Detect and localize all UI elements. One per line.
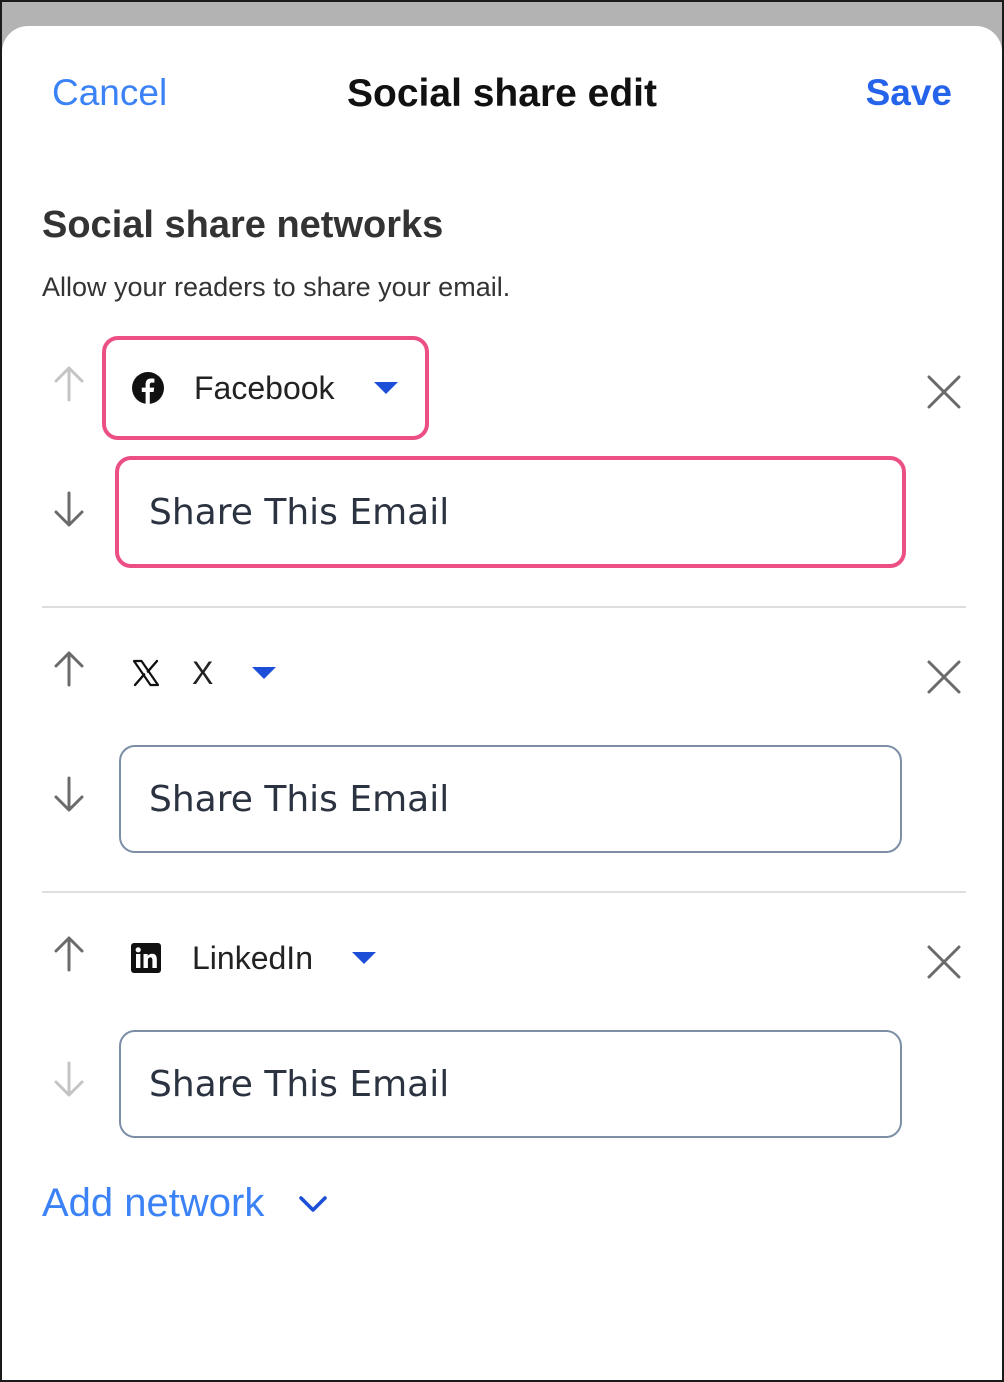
- linkedin-icon: [128, 940, 164, 976]
- network-name: Facebook: [194, 369, 335, 406]
- network-row-linkedin: LinkedIn: [2, 906, 1002, 1191]
- remove-network-close-icon[interactable]: [926, 659, 962, 695]
- network-row-facebook: Facebook: [2, 336, 1002, 621]
- add-network-label: Add network: [42, 1181, 265, 1225]
- x-icon: [128, 655, 164, 691]
- edit-sheet: Cancel Social share edit Save Social sha…: [2, 26, 1002, 1380]
- move-up-arrow-icon[interactable]: [48, 647, 90, 689]
- network-selector-linkedin[interactable]: LinkedIn: [102, 906, 405, 1010]
- save-button[interactable]: Save: [866, 72, 952, 114]
- network-selector-x[interactable]: X: [102, 621, 305, 725]
- page-title: Social share edit: [347, 72, 657, 115]
- move-down-arrow-icon[interactable]: [48, 774, 90, 816]
- section-title: Social share networks: [42, 204, 444, 246]
- chevron-down-icon: [298, 1194, 328, 1214]
- caret-down-icon: [373, 381, 399, 395]
- header: Cancel Social share edit Save: [2, 26, 1002, 166]
- divider: [42, 891, 966, 893]
- network-selector-facebook[interactable]: Facebook: [102, 336, 429, 440]
- move-up-arrow-icon[interactable]: [48, 362, 90, 404]
- remove-network-close-icon[interactable]: [926, 374, 962, 410]
- caret-down-icon: [251, 666, 277, 680]
- divider: [42, 606, 966, 608]
- add-network-button[interactable]: Add network: [42, 1181, 328, 1226]
- share-text-input-x[interactable]: [119, 745, 902, 853]
- caret-down-icon: [351, 951, 377, 965]
- move-down-arrow-icon[interactable]: [48, 489, 90, 531]
- share-text-input-facebook[interactable]: [115, 456, 906, 568]
- section-subtitle: Allow your readers to share your email.: [42, 272, 511, 302]
- network-name: X: [192, 654, 214, 691]
- network-name: LinkedIn: [192, 939, 313, 976]
- network-row-x: X: [2, 621, 1002, 906]
- facebook-icon: [130, 370, 166, 406]
- move-up-arrow-icon[interactable]: [48, 932, 90, 974]
- remove-network-close-icon[interactable]: [926, 944, 962, 980]
- move-down-arrow-icon[interactable]: [48, 1059, 90, 1101]
- share-text-input-linkedin[interactable]: [119, 1030, 902, 1138]
